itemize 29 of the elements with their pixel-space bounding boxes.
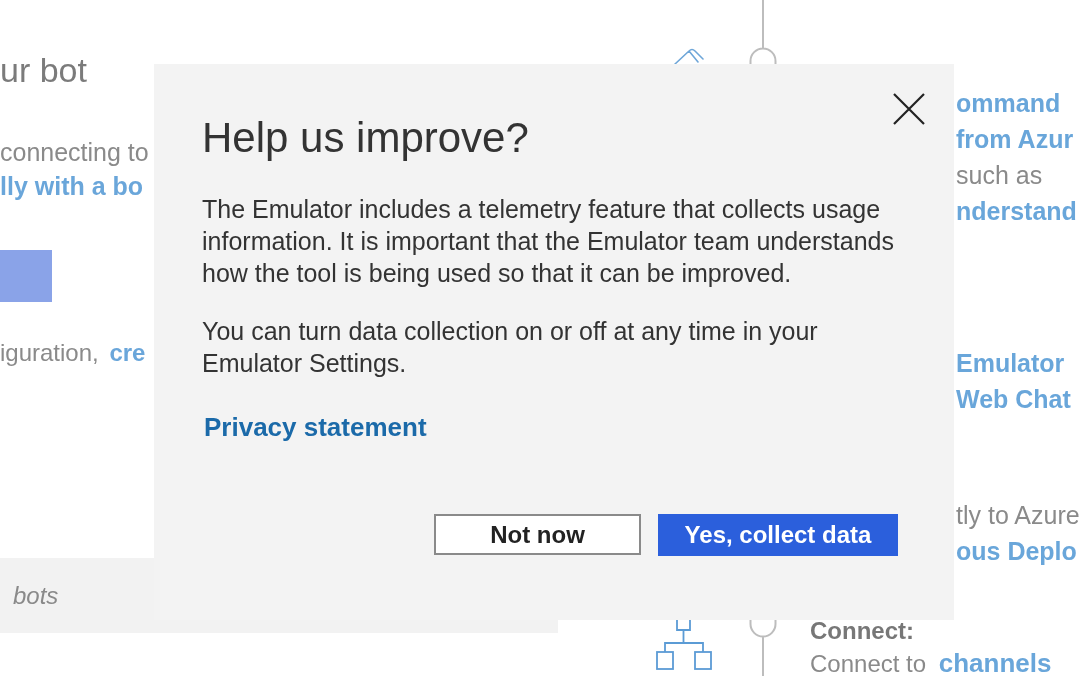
decline-button[interactable]: Not now	[434, 514, 641, 555]
body-text: connecting to	[0, 137, 149, 168]
dialog-title: Help us improve?	[202, 115, 529, 161]
step-title: Connect:	[810, 617, 914, 645]
text-link[interactable]: channels	[938, 648, 1052, 676]
timeline-line	[748, 0, 777, 64]
text-link[interactable]: Web Chat	[956, 381, 1071, 417]
text-link[interactable]: nderstand	[956, 193, 1077, 229]
body-text: such as	[956, 160, 1043, 191]
text-link[interactable]: lly with a bo	[0, 169, 144, 203]
accept-button[interactable]: Yes, collect data	[658, 514, 898, 556]
pen-icon	[673, 48, 705, 64]
text-link[interactable]: ommand	[956, 85, 1061, 121]
text-link[interactable]: Emulator	[956, 345, 1065, 381]
privacy-link[interactable]: Privacy statement	[204, 412, 427, 442]
close-icon	[893, 93, 925, 125]
hierarchy-icon	[655, 620, 713, 672]
timeline-line	[748, 620, 777, 676]
dialog-text: You can turn data collection on or off at any time in your Emulator Settings.	[202, 316, 819, 379]
body-text: Connect to channels	[810, 650, 1052, 676]
text-link[interactable]: cre	[109, 339, 146, 366]
body-text: iguration, cre	[0, 338, 146, 368]
page-heading: ur bot	[0, 50, 87, 90]
text-link[interactable]: from Azur	[956, 121, 1074, 157]
dialog-text: The Emulator includes a telemetry feature that collects usage information. It is important that the Emulator team understands how the tool is being used so that it can be improved.	[202, 194, 895, 289]
text-link[interactable]: ous Deplo	[956, 533, 1077, 569]
body-text: tly to Azure	[956, 500, 1080, 531]
close-button[interactable]	[893, 93, 925, 125]
section-title: bots	[13, 580, 59, 611]
